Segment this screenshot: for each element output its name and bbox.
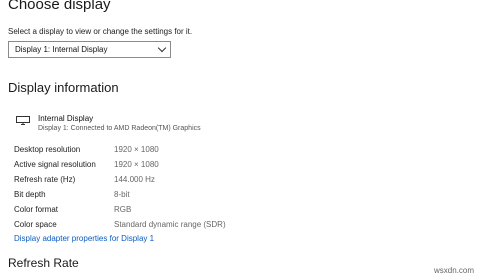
display-select-value: Display 1: Internal Display bbox=[15, 45, 108, 54]
info-value-color-format: RGB bbox=[114, 205, 132, 214]
display-adapter-properties-link[interactable]: Display adapter properties for Display 1 bbox=[14, 234, 154, 243]
info-label-active-signal-resolution: Active signal resolution bbox=[14, 160, 96, 169]
info-label-color-space: Color space bbox=[14, 220, 57, 229]
display-select[interactable]: Display 1: Internal Display bbox=[8, 41, 171, 58]
refresh-rate-heading: Refresh Rate bbox=[8, 256, 79, 270]
watermark: wsxdn.com bbox=[433, 266, 474, 275]
info-label-color-format: Color format bbox=[14, 205, 59, 214]
info-value-color-space: Standard dynamic range (SDR) bbox=[114, 220, 226, 229]
choose-display-description: Select a display to view or change the s… bbox=[8, 27, 193, 36]
info-value-bit-depth: 8-bit bbox=[114, 190, 130, 199]
monitor-icon bbox=[16, 116, 30, 125]
info-label-desktop-resolution: Desktop resolution bbox=[14, 145, 81, 154]
chevron-down-icon bbox=[157, 43, 167, 53]
info-label-bit-depth: Bit depth bbox=[14, 190, 46, 199]
display-information-heading: Display information bbox=[8, 80, 119, 95]
info-value-active-signal-resolution: 1920 × 1080 bbox=[114, 160, 159, 169]
info-value-desktop-resolution: 1920 × 1080 bbox=[114, 145, 159, 154]
display-connection: Display 1: Connected to AMD Radeon(TM) G… bbox=[38, 125, 201, 132]
info-label-refresh-rate: Refresh rate (Hz) bbox=[14, 175, 76, 184]
choose-display-heading: Choose display bbox=[8, 0, 111, 13]
display-name: Internal Display bbox=[38, 114, 94, 123]
info-value-refresh-rate: 144.000 Hz bbox=[114, 175, 155, 184]
